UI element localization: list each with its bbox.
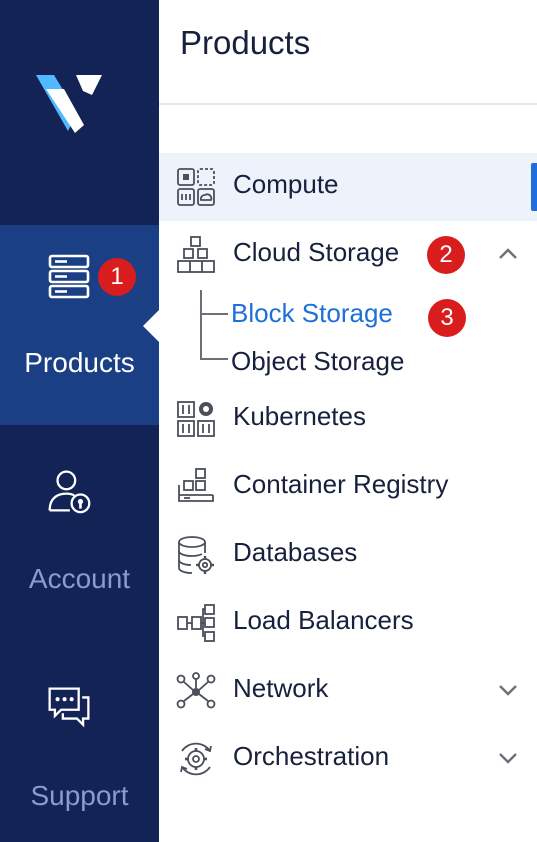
menu-label-databases: Databases — [233, 537, 358, 567]
active-caret — [143, 310, 159, 342]
menu-label-kubernetes: Kubernetes — [233, 401, 366, 431]
badge-3: 3 — [428, 299, 466, 337]
menu-item-container-registry[interactable]: Container Registry — [159, 453, 537, 521]
user-lock-icon — [48, 470, 91, 514]
selection-indicator — [531, 163, 537, 211]
menu-label-cloud-storage: Cloud Storage — [233, 237, 400, 267]
menu-label-load-balancers: Load Balancers — [233, 605, 414, 635]
tree-branch — [200, 358, 228, 360]
chevron-down-icon[interactable] — [494, 747, 522, 769]
submenu-item-object-storage[interactable]: Object Storage — [231, 346, 404, 377]
vultr-logo-icon — [36, 75, 102, 133]
menu-label-network: Network — [233, 673, 329, 703]
page-title: Products — [180, 24, 311, 61]
chevron-up-icon[interactable] — [494, 243, 522, 265]
menu-item-orchestration[interactable]: Orchestration — [159, 725, 537, 793]
tree-branch — [200, 313, 228, 315]
menu-label-orchestration: Orchestration — [233, 741, 390, 771]
menu-item-cloud-storage[interactable]: Cloud Storage 2 — [159, 221, 537, 289]
menu-label-container-registry: Container Registry — [233, 469, 449, 499]
submenu-item-block-storage[interactable]: Block Storage — [231, 298, 393, 329]
chat-bubbles-icon — [48, 687, 90, 728]
menu-item-compute[interactable]: Compute — [159, 153, 537, 221]
container-registry-icon — [178, 468, 214, 502]
menu-item-network[interactable]: Network — [159, 657, 537, 725]
rail-label-account: Account — [28, 563, 131, 594]
load-balancer-icon — [177, 604, 215, 642]
kubernetes-icon — [177, 401, 215, 437]
rail-item-support[interactable]: Support — [0, 682, 159, 822]
rail-item-products[interactable]: 1 Products — [0, 225, 159, 425]
header-divider — [159, 103, 537, 105]
cloud-storage-icon — [177, 236, 215, 273]
server-stack-icon — [48, 254, 90, 299]
orchestration-gear-icon — [180, 742, 212, 776]
chevron-down-icon[interactable] — [494, 679, 522, 701]
tree-line — [200, 290, 202, 359]
compute-icon — [177, 168, 215, 206]
rail-item-account[interactable]: Account — [0, 465, 159, 605]
network-nodes-icon — [176, 672, 216, 709]
badge-1: 1 — [98, 258, 136, 296]
rail-label-support: Support — [30, 780, 129, 811]
menu-label-compute: Compute — [233, 169, 339, 199]
badge-2: 2 — [427, 236, 465, 274]
menu-item-load-balancers[interactable]: Load Balancers — [159, 589, 537, 657]
menu-item-kubernetes[interactable]: Kubernetes — [159, 385, 537, 453]
database-gear-icon — [178, 536, 214, 574]
menu-item-databases[interactable]: Databases — [159, 521, 537, 589]
rail-label-products: Products — [24, 347, 135, 378]
left-rail: 1 Products Account Support — [0, 0, 159, 842]
